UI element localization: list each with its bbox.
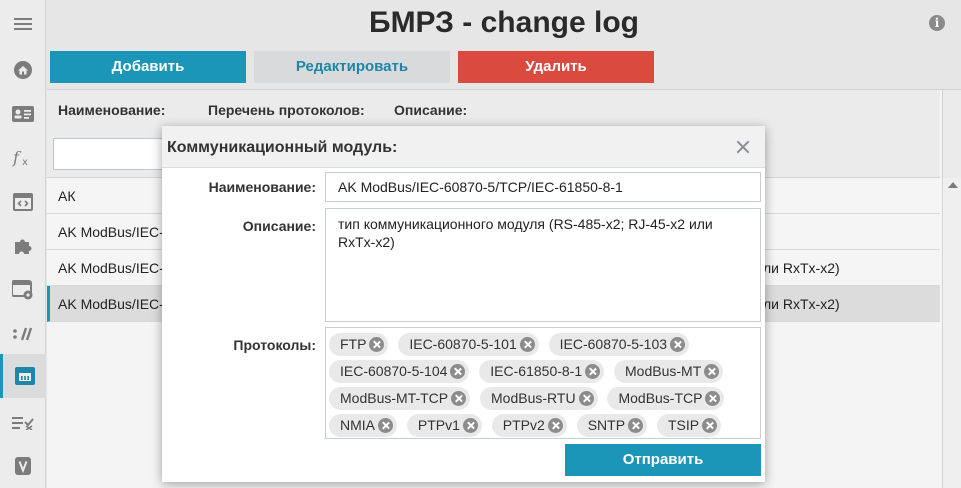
tag-label: ModBus-TCP xyxy=(618,390,703,406)
tag-row: ModBus-MT-TCP ModBus-RTU ModBus-TCP xyxy=(329,385,757,412)
remove-tag-icon[interactable] xyxy=(578,390,594,406)
protocol-tag: IEC-60870-5-104 xyxy=(329,360,470,383)
scroll-up-arrow-icon[interactable] xyxy=(948,182,958,188)
protocol-tag: NMIA xyxy=(329,414,397,437)
module-dialog: Коммуникационный модуль: Наименование: A… xyxy=(162,126,765,482)
remove-tag-icon[interactable] xyxy=(451,390,467,406)
code-window-icon[interactable] xyxy=(0,180,46,224)
protocol-tag: ModBus-RTU xyxy=(480,387,598,410)
tag-label: PTPv2 xyxy=(502,417,545,433)
row-description-cell: ли RxTx-x2) xyxy=(763,260,840,276)
id-card-icon[interactable] xyxy=(0,92,46,136)
remove-tag-icon[interactable] xyxy=(628,417,644,433)
tag-label: ModBus-MT xyxy=(625,363,702,379)
tag-label: SNTP xyxy=(587,417,626,433)
remove-tag-icon[interactable] xyxy=(705,390,721,406)
remove-tag-icon[interactable] xyxy=(450,363,466,379)
edit-button[interactable]: Редактировать xyxy=(254,51,450,83)
vertical-scrollbar[interactable] xyxy=(942,178,961,488)
tag-label: FTP xyxy=(340,336,367,352)
dialog-title: Коммуникационный модуль: xyxy=(167,139,398,156)
tag-label: ModBus-RTU xyxy=(491,390,576,406)
remove-tag-icon[interactable] xyxy=(702,417,718,433)
sidebar: fx xyxy=(0,0,46,488)
column-header-description[interactable]: Описание: xyxy=(394,102,467,118)
protocol-tag: SNTP xyxy=(576,414,648,437)
protocol-tag: IEC-60870-5-103 xyxy=(548,333,690,356)
protocol-tag: FTP xyxy=(329,333,389,356)
svg-text:x: x xyxy=(22,157,28,167)
remove-tag-icon[interactable] xyxy=(704,363,720,379)
column-header-protocols[interactable]: Перечень протоколов: xyxy=(208,102,365,118)
row-name-cell: АК xyxy=(58,188,76,204)
function-icon[interactable]: fx xyxy=(0,136,46,180)
tag-label: IEC-61850-8-1 xyxy=(490,363,583,379)
row-name-cell: AK ModBus/IEC- xyxy=(58,224,164,240)
protocol-tag: TSIP xyxy=(656,414,722,437)
protocol-tag: ModBus-MT-TCP xyxy=(329,387,471,410)
window-settings-icon[interactable] xyxy=(0,268,46,312)
puzzle-icon[interactable] xyxy=(0,224,46,268)
tag-row: NMIA PTPv1 PTPv2 SNTP TSIP xyxy=(329,412,757,439)
tag-label: IEC-60870-5-103 xyxy=(559,336,668,352)
ethernet-module-icon[interactable] xyxy=(0,354,46,398)
tag-label: IEC-60870-5-104 xyxy=(340,363,448,379)
row-name-cell: AK ModBus/IEC- xyxy=(58,260,164,276)
protocols-multiselect[interactable]: FTP IEC-60870-5-101 IEC-60870-5-103 IEC-… xyxy=(325,327,761,439)
home-icon[interactable] xyxy=(0,48,46,92)
remove-tag-icon[interactable] xyxy=(547,417,563,433)
remove-tag-icon[interactable] xyxy=(585,363,601,379)
remove-tag-icon[interactable] xyxy=(670,336,686,352)
name-label: Наименование: xyxy=(208,179,316,195)
protocol-tag: PTPv2 xyxy=(491,414,567,437)
tag-label: NMIA xyxy=(340,417,375,433)
row-description-cell: ли RxTx-x2) xyxy=(763,296,840,312)
description-textarea[interactable]: тип коммуникационного модуля (RS-485-x2;… xyxy=(325,208,761,322)
protocol-tag: ModBus-MT xyxy=(614,360,724,383)
dialog-header: Коммуникационный модуль: xyxy=(162,126,765,168)
remove-tag-icon[interactable] xyxy=(519,336,535,352)
remove-tag-icon[interactable] xyxy=(369,336,385,352)
protocol-tag: IEC-60870-5-101 xyxy=(398,333,539,356)
tag-label: PTPv1 xyxy=(417,417,460,433)
info-icon[interactable]: i xyxy=(929,15,945,31)
tag-row: FTP IEC-60870-5-101 IEC-60870-5-103 xyxy=(329,331,757,358)
slashes-icon[interactable] xyxy=(0,312,46,356)
tag-row: IEC-60870-5-104 IEC-61850-8-1 ModBus-MT xyxy=(329,358,757,385)
protocol-tag: ModBus-TCP xyxy=(607,387,725,410)
add-button[interactable]: Добавить xyxy=(50,51,246,83)
column-header-name[interactable]: Наименование: xyxy=(58,102,165,118)
hamburger-icon[interactable] xyxy=(0,2,46,46)
remove-tag-icon[interactable] xyxy=(378,417,393,433)
svg-text:f: f xyxy=(12,149,22,167)
tag-label: ModBus-MT-TCP xyxy=(340,390,449,406)
name-field[interactable]: AK ModBus/IEC-60870-5/TCP/IEC-61850-8-1 xyxy=(325,172,761,202)
header: БМРЗ - change log i xyxy=(47,0,961,44)
description-label: Описание: xyxy=(242,218,316,234)
delete-button[interactable]: Удалить xyxy=(458,51,654,83)
tag-label: TSIP xyxy=(667,417,700,433)
submit-button[interactable]: Отправить xyxy=(565,444,761,476)
tag-label: IEC-60870-5-101 xyxy=(409,336,517,352)
row-name-cell: AK ModBus/IEC- xyxy=(58,296,164,312)
protocol-tag: IEC-61850-8-1 xyxy=(479,360,605,383)
protocol-tag: PTPv1 xyxy=(406,414,482,437)
protocols-label: Протоколы: xyxy=(233,337,316,353)
checklist-icon[interactable] xyxy=(0,400,46,444)
version-badge-icon[interactable] xyxy=(0,444,46,488)
header-corner xyxy=(942,90,961,178)
close-icon[interactable] xyxy=(736,140,750,154)
page-title: БМРЗ - change log xyxy=(369,6,639,39)
remove-tag-icon[interactable] xyxy=(462,417,478,433)
